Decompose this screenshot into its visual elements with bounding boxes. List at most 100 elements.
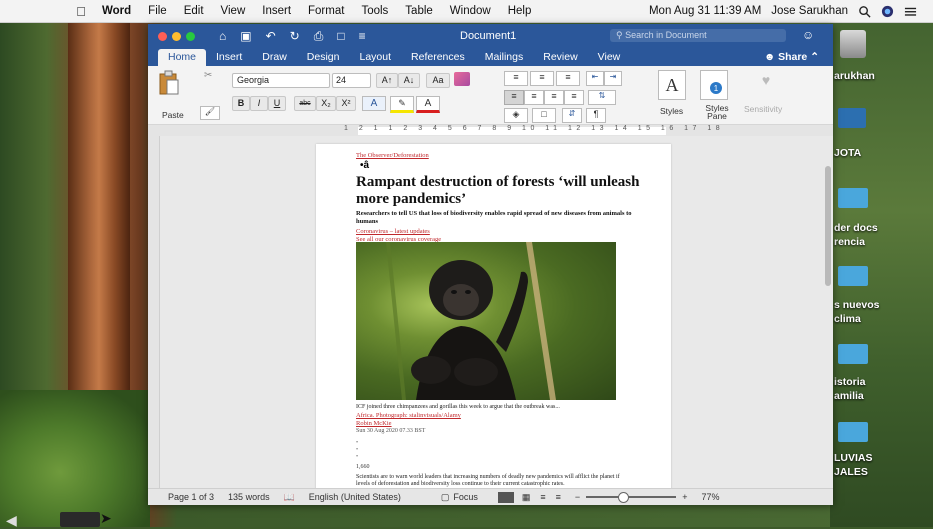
menu-window[interactable]: Window	[450, 5, 491, 17]
section-link[interactable]: The Observer/Deforestation	[356, 152, 429, 159]
show-formatting-button[interactable]: ¶	[586, 108, 606, 123]
undo-icon[interactable]: ↶	[266, 29, 276, 44]
tab-design[interactable]: Design	[297, 49, 350, 66]
menu-file[interactable]: File	[148, 5, 167, 17]
word-count[interactable]: 135 words	[228, 492, 270, 502]
print-icon[interactable]: ⎙	[314, 29, 324, 44]
line-spacing-button[interactable]: ⇅	[588, 90, 616, 105]
folder-icon[interactable]	[838, 422, 868, 442]
language-indicator[interactable]: English (United States)	[309, 492, 401, 502]
apple-icon[interactable]: 	[74, 4, 88, 19]
multilevel-list-button[interactable]: ≡	[556, 71, 580, 86]
desktop-icon-folder[interactable]	[838, 108, 866, 128]
zoom-out-button[interactable]: −	[575, 492, 580, 502]
tab-insert[interactable]: Insert	[206, 49, 252, 66]
tab-references[interactable]: References	[401, 49, 475, 66]
zoom-slider-thumb[interactable]	[618, 492, 630, 503]
desktop-label[interactable]: JALES	[834, 466, 868, 478]
web-layout-view-icon[interactable]: ▦	[522, 492, 531, 503]
grow-font-button[interactable]: A↑	[376, 73, 398, 88]
zoom-in-button[interactable]: +	[682, 492, 687, 502]
desktop-label[interactable]: s nuevos	[834, 299, 880, 311]
redo-icon[interactable]: ↻	[290, 29, 300, 44]
print-layout-view-icon[interactable]	[497, 491, 514, 503]
shading-button[interactable]: ◈	[504, 108, 528, 123]
styles-pane-button[interactable]: 1	[700, 70, 728, 100]
tab-view[interactable]: View	[588, 49, 631, 66]
menu-tools[interactable]: Tools	[361, 5, 388, 17]
back-arrow-icon[interactable]: ◀	[6, 512, 17, 529]
sort-button[interactable]: ⇵	[562, 108, 582, 123]
proofing-icon[interactable]: 📖	[284, 492, 295, 503]
borders-button[interactable]: □	[532, 108, 556, 123]
tab-layout[interactable]: Layout	[349, 49, 401, 66]
italic-button[interactable]: I	[250, 96, 268, 111]
bullets-button[interactable]: ≡	[504, 71, 528, 86]
document-page[interactable]: The Observer/Deforestation •â Rampant de…	[316, 144, 671, 488]
desktop-label[interactable]: rencia	[834, 236, 865, 248]
increase-indent-button[interactable]: ⇥	[604, 71, 622, 86]
desktop-icon-drive[interactable]	[840, 30, 866, 58]
subscript-button[interactable]: X₂	[316, 96, 336, 111]
paste-button[interactable]	[158, 70, 186, 104]
zoom-slider[interactable]	[586, 492, 677, 503]
desktop-label[interactable]: istoria	[834, 376, 866, 388]
text-effects-button[interactable]: A	[362, 96, 386, 111]
highlight-color-button[interactable]: ✎	[390, 96, 414, 113]
zoom-window-button[interactable]	[186, 31, 195, 41]
justify-button[interactable]: ≡	[564, 90, 584, 105]
new-document-icon[interactable]: □	[337, 29, 344, 44]
desktop-label[interactable]: LUVIAS	[834, 452, 873, 464]
align-right-button[interactable]: ≡	[544, 90, 564, 105]
desktop-label[interactable]: der docs	[834, 222, 878, 234]
sensitivity-button[interactable]: ♥	[756, 72, 776, 94]
siri-icon[interactable]	[881, 5, 894, 18]
menu-insert[interactable]: Insert	[262, 5, 291, 17]
font-name-select[interactable]: Georgia	[232, 73, 330, 88]
minimize-window-button[interactable]	[172, 31, 181, 41]
font-color-button[interactable]: A	[416, 96, 440, 113]
draft-view-icon[interactable]: ≡	[556, 492, 561, 502]
vertical-ruler[interactable]	[148, 136, 160, 488]
tab-home[interactable]: Home	[158, 49, 207, 66]
save-icon[interactable]: ▣	[240, 29, 251, 44]
align-left-button[interactable]: ≡	[504, 90, 524, 105]
bold-button[interactable]: B	[232, 96, 250, 111]
bullet-link-latest[interactable]: Coronavirus – latest updates	[356, 228, 430, 235]
shrink-font-button[interactable]: A↓	[398, 73, 420, 88]
clear-formatting-icon[interactable]	[454, 72, 470, 86]
menu-view[interactable]: View	[221, 5, 246, 17]
desktop-label[interactable]: arukhan	[834, 70, 875, 82]
change-case-button[interactable]: Aa	[426, 73, 450, 88]
page-count[interactable]: Page 1 of 3	[168, 492, 214, 502]
feedback-smiley-icon[interactable]: ☺	[802, 28, 814, 42]
focus-button[interactable]: Focus	[453, 492, 478, 502]
folder-icon[interactable]	[838, 188, 868, 208]
notification-center-icon[interactable]	[904, 5, 917, 18]
outline-view-icon[interactable]: ≡	[540, 492, 545, 502]
tab-mailings[interactable]: Mailings	[475, 49, 534, 66]
menubar-app-name[interactable]: Word	[102, 5, 131, 17]
menu-help[interactable]: Help	[508, 5, 532, 17]
vertical-scrollbar[interactable]	[825, 166, 831, 286]
share-button[interactable]: ☻ Share ⌃	[764, 51, 819, 66]
numbering-button[interactable]: ≡	[530, 71, 554, 86]
desktop-label[interactable]: amilia	[834, 390, 864, 402]
folder-icon[interactable]	[838, 266, 868, 286]
menu-edit[interactable]: Edit	[184, 5, 204, 17]
customize-toolbar-icon[interactable]: ≡	[359, 29, 366, 44]
styles-button[interactable]: A	[658, 70, 686, 100]
folder-icon[interactable]	[838, 344, 868, 364]
tab-draw[interactable]: Draw	[252, 49, 297, 66]
spotlight-search-icon[interactable]	[858, 5, 871, 18]
format-painter-icon[interactable]: 🖌	[200, 106, 220, 120]
superscript-button[interactable]: X²	[336, 96, 356, 111]
zoom-level[interactable]: 77%	[701, 492, 719, 502]
close-window-button[interactable]	[158, 31, 167, 41]
menubar-datetime[interactable]: Mon Aug 31 11:39 AM	[649, 5, 761, 17]
decrease-indent-button[interactable]: ⇤	[586, 71, 604, 86]
caption-photo-credit[interactable]: Africa. Photograph: stalinvisuals/Alamy	[356, 412, 461, 419]
menubar-user[interactable]: Jose Sarukhan	[771, 5, 848, 17]
font-size-select[interactable]: 24	[332, 73, 371, 88]
desktop-label[interactable]: clima	[834, 313, 861, 325]
